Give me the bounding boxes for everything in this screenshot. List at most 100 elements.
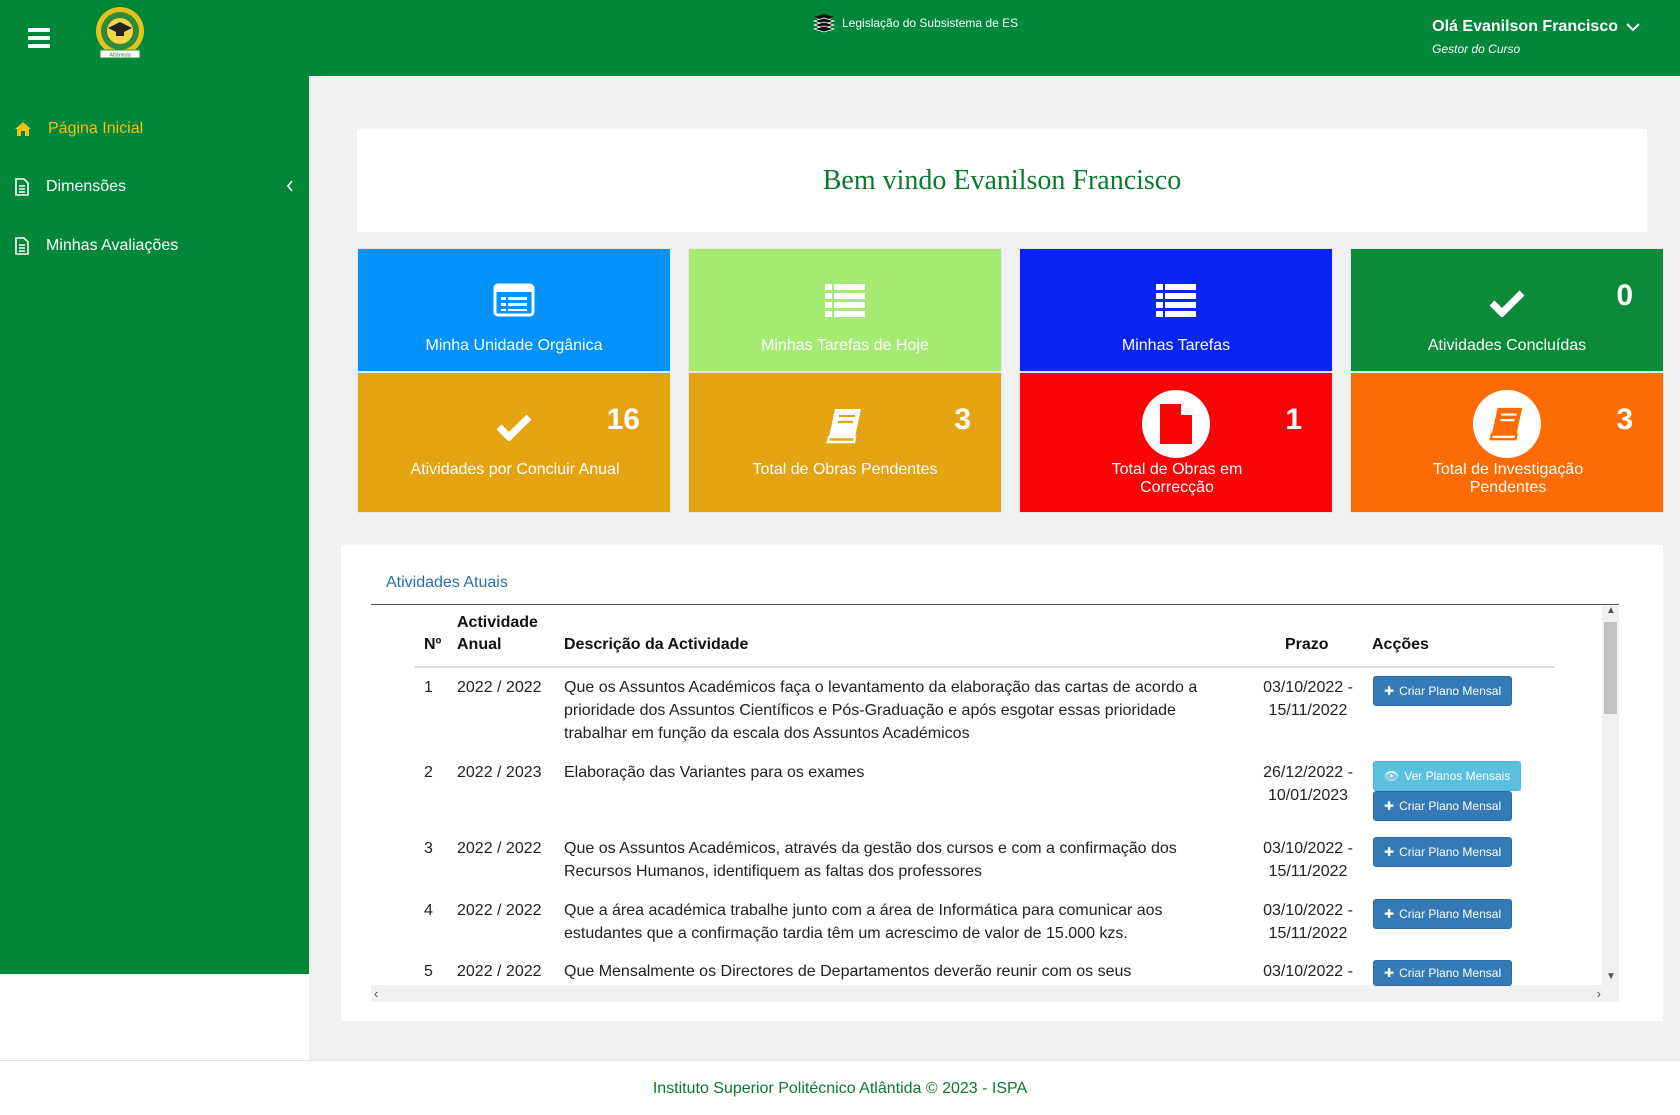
check-icon <box>1489 290 1525 317</box>
row-deadline: 26/12/2022 - 10/01/2023 <box>1263 764 1353 804</box>
table-row-clipped: 5 2022 / 2022 Que Mensalmente os Directo… <box>357 958 1601 988</box>
legislation-label: Legislação do Subsistema de ES <box>842 16 1019 30</box>
chevron-down-icon <box>1626 23 1640 32</box>
tile-works-in-correction[interactable]: 1 Total de Obras em Correcção <box>1019 372 1333 513</box>
tile-count: 3 <box>954 403 971 436</box>
tile-label: Atividades Concluídas <box>1427 337 1587 354</box>
tile-label: Minhas Tarefas <box>1121 337 1231 354</box>
row-annual: 2022 / 2023 <box>457 764 542 781</box>
row-deadline: 03/10/2022 - 15/11/2022 <box>1263 679 1353 719</box>
tile-pending-research[interactable]: 3 Total de Investigação Pendentes <box>1350 372 1664 513</box>
create-monthly-plan-button[interactable]: ✚ Criar Plano Mensal <box>1373 837 1513 867</box>
sidebar-item-dimensions[interactable]: Dimensões <box>14 178 294 196</box>
row-annual: 2022 / 2022 <box>457 963 542 980</box>
row-description: Que Mensalmente os Directores de Departa… <box>564 963 1132 980</box>
tile-my-organic-unit[interactable]: Minha Unidade Orgânica <box>357 248 671 372</box>
row-deadline: 03/10/2022 - 15/11/2022 <box>1263 902 1353 942</box>
sidebar: Página Inicial Dimensões Minhas Avaliaçõ… <box>0 76 309 974</box>
top-navbar: Atlântida Legislação do Subsistema de ES… <box>0 0 1680 76</box>
column-header-description: Descrição da Actividade <box>564 636 749 653</box>
plus-icon: ✚ <box>1384 799 1395 813</box>
scroll-left-icon[interactable]: ‹ <box>374 986 378 1001</box>
tile-today-tasks[interactable]: Minhas Tarefas de Hoje <box>688 248 1002 372</box>
plus-icon: ✚ <box>1384 966 1395 980</box>
tile-label: Atividades por Concluir Anual <box>410 461 620 478</box>
sidebar-footer-space <box>0 974 309 1060</box>
check-icon <box>496 414 532 441</box>
tile-label: Total de Investigação Pendentes <box>1432 461 1584 496</box>
file-icon <box>15 237 29 255</box>
row-number: 5 <box>424 963 433 980</box>
tile-count: 16 <box>606 403 640 436</box>
scroll-thumb[interactable] <box>1604 622 1617 714</box>
welcome-banner: Bem vindo Evanilson Francisco <box>357 129 1647 232</box>
sidebar-item-label: Minhas Avaliações <box>46 237 179 254</box>
sidebar-item-label: Página Inicial <box>48 120 144 137</box>
column-header-annual: Actividade Anual <box>457 614 538 653</box>
home-icon <box>15 122 31 136</box>
document-circle <box>1142 390 1210 458</box>
vertical-scrollbar[interactable]: ▲ ▼ <box>1602 605 1619 985</box>
book-icon <box>1489 407 1523 441</box>
row-deadline: 03/10/2022 - <box>1263 963 1353 980</box>
institution-logo: Atlântida <box>96 7 144 59</box>
row-annual: 2022 / 2022 <box>457 679 542 696</box>
row-description: Que a área académica trabalhe junto com … <box>564 902 1163 942</box>
user-role: Gestor do Curso <box>1432 42 1521 56</box>
row-description: Que os Assuntos Académicos, através da g… <box>564 840 1177 880</box>
book-icon <box>826 409 861 444</box>
user-greeting: Olá Evanilson Francisco <box>1432 18 1618 35</box>
legislation-link[interactable]: Legislação do Subsistema de ES <box>812 13 1018 33</box>
tile-count: 0 <box>1616 279 1633 312</box>
page-footer: Instituto Superior Politécnico Atlântida… <box>0 1060 1680 1115</box>
create-monthly-plan-button[interactable]: ✚ Criar Plano Mensal <box>1373 676 1513 706</box>
list-icon <box>825 284 865 317</box>
create-monthly-plan-button[interactable]: ✚ Criar Plano Mensal <box>1373 791 1513 821</box>
row-description: Que os Assuntos Académicos faça o levant… <box>564 679 1198 742</box>
id-card-icon <box>493 283 535 317</box>
tile-pending-works[interactable]: 3 Total de Obras Pendentes <box>688 372 1002 513</box>
tile-label: Minhas Tarefas de Hoje <box>761 337 929 354</box>
tile-completed-activities[interactable]: 0 Atividades Concluídas <box>1350 248 1664 372</box>
tile-pending-annual-activities[interactable]: 16 Atividades por Concluir Anual <box>357 372 671 513</box>
scroll-up-icon[interactable]: ▲ <box>1606 605 1616 616</box>
tile-label: Total de Obras Pendentes <box>752 461 938 478</box>
row-annual: 2022 / 2022 <box>457 840 542 857</box>
menu-toggle-icon[interactable] <box>28 28 50 48</box>
create-monthly-plan-button[interactable]: ✚ Criar Plano Mensal <box>1373 960 1513 986</box>
column-header-deadline: Prazo <box>1285 636 1329 653</box>
row-number: 4 <box>424 902 433 919</box>
tile-count: 1 <box>1285 403 1302 436</box>
plus-icon: ✚ <box>1384 907 1395 921</box>
create-monthly-plan-button[interactable]: ✚ Criar Plano Mensal <box>1373 899 1513 929</box>
view-monthly-plans-button[interactable]: 👁 Ver Planos Mensais <box>1373 761 1522 791</box>
svg-text:Atlântida: Atlântida <box>109 53 131 59</box>
tile-label: Total de Obras em Correcção <box>1111 461 1243 496</box>
tile-my-tasks[interactable]: Minhas Tarefas <box>1019 248 1333 372</box>
user-menu[interactable]: Olá Evanilson Francisco Gestor do Curso <box>1432 18 1640 56</box>
welcome-title: Bem vindo Evanilson Francisco <box>822 164 1182 196</box>
plus-icon: ✚ <box>1384 845 1395 859</box>
activities-title: Atividades Atuais <box>386 574 508 591</box>
column-header-actions: Acções <box>1372 636 1429 653</box>
row-number: 1 <box>424 679 433 696</box>
row-number: 3 <box>424 840 433 857</box>
sidebar-item-home[interactable]: Página Inicial <box>14 120 294 138</box>
plus-icon: ✚ <box>1384 684 1395 698</box>
row-annual: 2022 / 2022 <box>457 902 542 919</box>
books-icon <box>812 14 836 33</box>
sidebar-item-my-evaluations[interactable]: Minhas Avaliações <box>14 237 294 255</box>
row-deadline: 03/10/2022 - 15/11/2022 <box>1263 840 1353 880</box>
tile-count: 3 <box>1616 403 1633 436</box>
document-icon <box>1160 404 1192 444</box>
scroll-down-icon[interactable]: ▼ <box>1606 971 1616 982</box>
scroll-right-icon[interactable]: › <box>1597 986 1601 1001</box>
chevron-left-icon <box>286 180 293 192</box>
column-header-number: Nº <box>424 636 442 653</box>
table-header-rule <box>415 666 1555 668</box>
row-number: 2 <box>424 764 433 781</box>
book-circle <box>1473 390 1541 458</box>
file-icon <box>15 178 29 196</box>
eye-icon: 👁 <box>1384 769 1400 783</box>
row-description: Elaboração das Variantes para os exames <box>564 764 865 781</box>
